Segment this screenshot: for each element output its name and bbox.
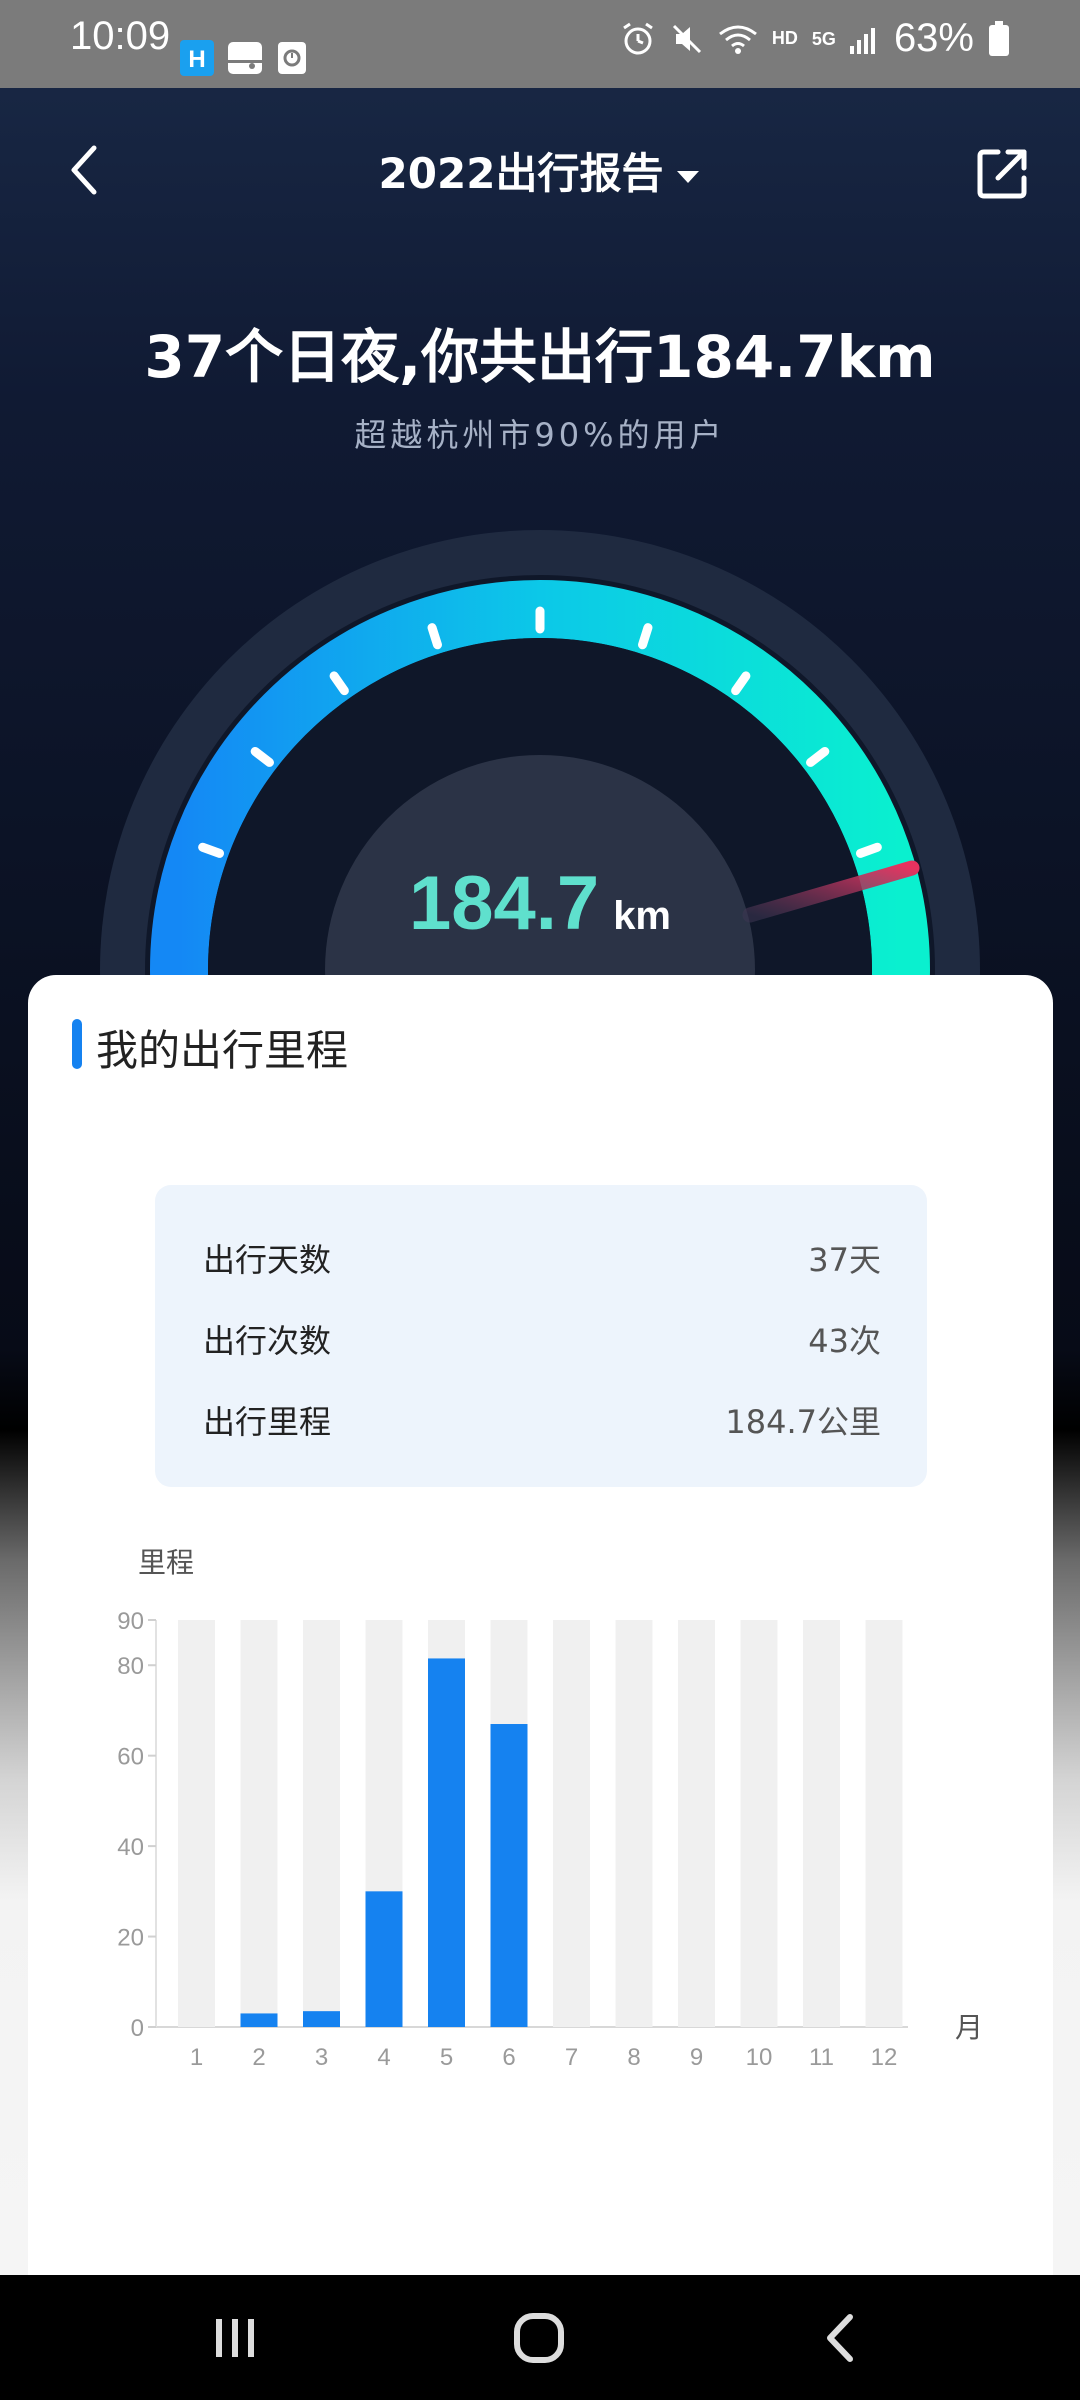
stat-value: 37天	[808, 1241, 881, 1279]
status-bar: 10:09 H HD 5G 63%	[0, 0, 1080, 88]
chart-bar	[303, 2011, 340, 2027]
wallet-icon	[228, 42, 262, 74]
back-nav-button[interactable]	[806, 2303, 876, 2373]
chart-bar	[428, 1658, 465, 2027]
chart-bar-background	[678, 1620, 715, 2027]
alarm-icon	[623, 22, 653, 54]
chart-bar	[240, 2013, 278, 2027]
chart-bars	[178, 1620, 903, 2027]
chart-svg: 里程 月 02040608090 1 2 3 4 5 6 7 8 9 10 11 12	[117, 1547, 983, 2071]
chart-bar	[490, 1724, 528, 2027]
chart-ylabel: 里程	[138, 1547, 194, 1578]
stat-row-trips: 出行次数 43次	[203, 1316, 881, 1366]
chart-x-tick-label: 9	[690, 2044, 703, 2071]
gauge-tick	[855, 842, 882, 858]
chart-bar-background	[615, 1620, 653, 2027]
stat-label: 出行里程	[203, 1403, 332, 1441]
chart-y-tick-label: 0	[131, 2015, 144, 2042]
chart-x-tick-label: 12	[871, 2044, 898, 2071]
signal-icon	[849, 27, 875, 54]
chart-x-tick-label: 8	[627, 2044, 640, 2071]
chart-y-tick-label: 20	[117, 1925, 144, 1952]
mileage-card: 我的出行里程 出行天数 37天 出行次数 43次 出行里程 184.7公里 里程…	[28, 975, 1053, 2275]
caret-down-icon	[677, 170, 700, 183]
gauge-tick	[427, 623, 442, 650]
hd-indicator: HD	[771, 28, 798, 48]
chart-y-tick-label: 40	[117, 1834, 144, 1861]
chart-x-tick-label: 4	[377, 2044, 390, 2071]
chart-y-tick-label: 80	[117, 1653, 144, 1680]
stat-row-days: 出行天数 37天	[203, 1235, 881, 1285]
mute-icon	[672, 24, 701, 53]
battery-icon	[989, 20, 1009, 56]
report-year-selector[interactable]: 2022出行报告	[0, 140, 1080, 201]
gauge-tick	[198, 842, 225, 858]
chart-y-tick-label: 60	[117, 1744, 144, 1771]
stat-value: 184.7公里	[725, 1403, 881, 1441]
chart-x-tick-label: 6	[502, 2044, 515, 2071]
stat-label: 出行次数	[203, 1322, 332, 1360]
chart-bar-background	[740, 1620, 778, 2027]
chart-x-tick-label: 5	[440, 2044, 453, 2071]
gauge-number: 184.7	[409, 861, 600, 946]
chart-bar-background	[178, 1620, 215, 2027]
chart-x-ticks: 1 2 3 4 5 6 7 8 9 10 11 12	[190, 2044, 898, 2071]
gauge-value: 184.7 km	[0, 860, 1080, 947]
chart-bar-background	[303, 1620, 340, 2027]
chart-bar-background	[865, 1620, 903, 2027]
chart-bar-background	[240, 1620, 278, 2027]
stat-value: 43次	[808, 1322, 881, 1360]
status-time: 10:09	[70, 14, 171, 58]
recent-apps-button[interactable]	[200, 2303, 270, 2373]
stat-label: 出行天数	[203, 1241, 332, 1279]
svg-text:H: H	[188, 46, 205, 73]
chart-x-tick-label: 1	[190, 2044, 203, 2071]
battery-percent: 63%	[893, 16, 974, 60]
system-nav-bar	[0, 2275, 1080, 2400]
gauge-tick	[638, 623, 653, 650]
chart-xlabel: 月	[955, 2012, 983, 2043]
summary-subline: 超越杭州市90%的用户	[354, 416, 726, 454]
chart-bar	[365, 1891, 403, 2027]
chart-x-tick-label: 10	[746, 2044, 773, 2071]
chart-x-tick-label: 3	[315, 2044, 328, 2071]
page-title: 2022出行报告	[378, 149, 664, 198]
share-button[interactable]	[972, 144, 1032, 204]
monthly-mileage-chart: 里程 月 0 20 40 60 80 90 1 2 3 4 5 6 7 8 9 10 11 12	[28, 1535, 1053, 2115]
chart-x-tick-label: 2	[252, 2044, 265, 2071]
chart-x-tick-label: 11	[809, 2044, 834, 2071]
home-button[interactable]	[504, 2303, 574, 2373]
clock-app-icon	[278, 42, 306, 74]
chart-bar-background	[553, 1620, 590, 2027]
wifi-icon	[719, 25, 757, 54]
gauge-unit: km	[613, 894, 671, 938]
card-title: 我的出行里程	[96, 1026, 349, 1075]
chart-x-tick-label: 7	[565, 2044, 578, 2071]
chart-y-tick-label: 90	[117, 1608, 144, 1635]
stats-box: 出行天数 37天 出行次数 43次 出行里程 184.7公里	[155, 1185, 927, 1487]
app-notification-icon: H	[180, 40, 214, 76]
network-type: 5G	[811, 28, 836, 49]
chart-bar-background	[803, 1620, 840, 2027]
card-title-accent	[72, 1019, 82, 1069]
stat-row-distance: 出行里程 184.7公里	[203, 1397, 881, 1447]
status-right-group: HD 5G 63%	[620, 16, 1010, 61]
summary-headline: 37个日夜,你共出行184.7km	[144, 323, 936, 391]
